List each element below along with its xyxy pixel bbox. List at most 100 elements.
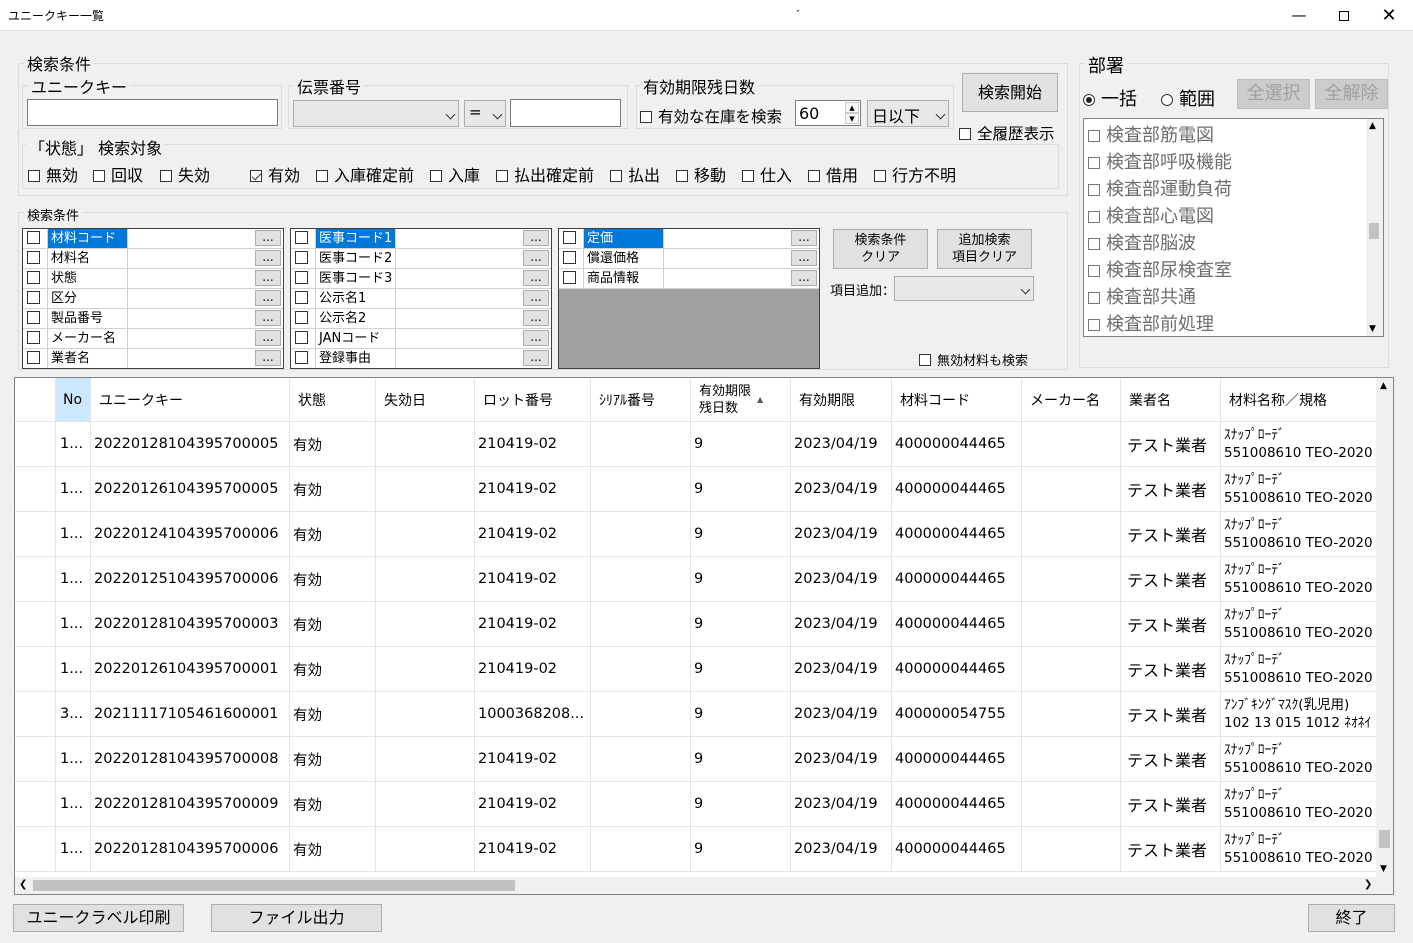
condition-value-input[interactable] xyxy=(395,229,523,248)
checkbox-icon[interactable] xyxy=(563,271,576,284)
condition-value-input[interactable] xyxy=(127,229,255,248)
cell-state[interactable]: 有効 xyxy=(290,557,376,602)
clear-conditions-button[interactable]: 検索条件 クリア xyxy=(833,229,928,269)
column-header[interactable]: ユニークキー xyxy=(91,378,290,422)
checkbox-icon[interactable] xyxy=(295,231,308,244)
dept-item[interactable]: 検査部筋電図 xyxy=(1088,121,1214,147)
cell-key[interactable]: 20220124104395700006 xyxy=(91,512,290,557)
cell-vendor[interactable]: テスト業者 xyxy=(1121,512,1221,557)
ellipsis-button[interactable]: ... xyxy=(791,230,817,246)
stepper-up-icon[interactable]: ▲ xyxy=(845,102,859,113)
cell-expiry[interactable]: 2023/04/19 xyxy=(791,467,892,512)
maximize-button[interactable] xyxy=(1321,0,1367,31)
column-header-days-remaining[interactable]: 有効期限 残日数 ▲ xyxy=(691,378,791,422)
ellipsis-button[interactable]: ... xyxy=(255,270,281,286)
scroll-down-icon[interactable]: ▼ xyxy=(1369,324,1376,334)
cell-vendor[interactable]: テスト業者 xyxy=(1121,827,1221,872)
cell-key[interactable]: 20220126104395700001 xyxy=(91,647,290,692)
cell-state[interactable]: 有効 xyxy=(290,512,376,557)
cell-expiry[interactable]: 2023/04/19 xyxy=(791,422,892,467)
checkbox-icon[interactable] xyxy=(27,231,40,244)
checkbox-icon[interactable] xyxy=(27,311,40,324)
cell-expire_date[interactable] xyxy=(376,467,475,512)
dept-item[interactable]: 検査部心電図 xyxy=(1088,202,1214,228)
checkbox-icon[interactable] xyxy=(295,271,308,284)
deselect-all-button[interactable]: 全解除 xyxy=(1315,79,1388,109)
state-checkbox-6[interactable]: 払出確定前 xyxy=(496,162,594,186)
condition-value-input[interactable] xyxy=(127,249,255,268)
checkbox-icon[interactable] xyxy=(563,231,576,244)
cell-maker[interactable] xyxy=(1022,422,1121,467)
checkbox-icon[interactable] xyxy=(295,311,308,324)
cell-material-name[interactable]: ｽﾅｯﾌﾟﾛｰﾃﾞ 551008610 TEO-2020 xyxy=(1221,512,1378,557)
cell-state[interactable]: 有効 xyxy=(290,467,376,512)
cell-state[interactable]: 有効 xyxy=(290,422,376,467)
cell-material-name[interactable]: ｽﾅｯﾌﾟﾛｰﾃﾞ 551008610 TEO-2020 xyxy=(1221,467,1378,512)
cell-vendor[interactable]: テスト業者 xyxy=(1121,647,1221,692)
condition-row[interactable]: 業者名... xyxy=(23,349,283,368)
column-header[interactable]: 材料コード xyxy=(892,378,1022,422)
close-window-button[interactable]: ✕ xyxy=(1366,0,1412,31)
condition-row[interactable]: メーカー名... xyxy=(23,329,283,349)
condition-row[interactable]: JANコード... xyxy=(291,329,551,349)
cell-serial[interactable] xyxy=(591,422,691,467)
cell-state[interactable]: 有効 xyxy=(290,647,376,692)
cell-code[interactable]: 400000044465 xyxy=(892,782,1022,827)
cell-expire_date[interactable] xyxy=(376,737,475,782)
cell-lot[interactable]: 1000368208... xyxy=(475,692,591,737)
ellipsis-button[interactable]: ... xyxy=(523,350,549,366)
cell-material-name[interactable]: ｽﾅｯﾌﾟﾛｰﾃﾞ 551008610 TEO-2020 xyxy=(1221,647,1378,692)
checkbox-icon[interactable] xyxy=(27,331,40,344)
cell-key[interactable]: 20220128104395700006 xyxy=(91,827,290,872)
condition-row[interactable]: 医事コード3... xyxy=(291,269,551,289)
cell-lot[interactable]: 210419-02 xyxy=(475,647,591,692)
ellipsis-button[interactable]: ... xyxy=(523,310,549,326)
cell-no[interactable]: 3... xyxy=(56,692,91,737)
voucher-number-input[interactable] xyxy=(510,99,621,127)
cell-no[interactable]: 1... xyxy=(56,467,91,512)
condition-value-input[interactable] xyxy=(663,249,791,268)
cell-maker[interactable] xyxy=(1022,827,1121,872)
cell-code[interactable]: 400000044465 xyxy=(892,467,1022,512)
cell-serial[interactable] xyxy=(591,827,691,872)
cell-state[interactable]: 有効 xyxy=(290,602,376,647)
condition-row[interactable]: 登録事由... xyxy=(291,349,551,368)
condition-row[interactable]: 償還価格... xyxy=(559,249,819,269)
condition-value-input[interactable] xyxy=(663,269,791,288)
cell-state[interactable]: 有効 xyxy=(290,692,376,737)
condition-value-input[interactable] xyxy=(395,329,523,348)
unique-key-input[interactable] xyxy=(27,99,278,126)
ellipsis-button[interactable]: ... xyxy=(255,310,281,326)
ellipsis-button[interactable]: ... xyxy=(523,290,549,306)
cell-serial[interactable] xyxy=(591,557,691,602)
all-history-checkbox[interactable]: 全履歴表示 xyxy=(959,122,1055,144)
dept-scrollbar[interactable]: ▲ ▼ xyxy=(1366,119,1383,336)
cell-no[interactable]: 1... xyxy=(56,422,91,467)
state-checkbox-7[interactable]: 払出 xyxy=(610,162,660,186)
cell-serial[interactable] xyxy=(591,647,691,692)
dept-item[interactable]: 検査部尿検査室 xyxy=(1088,256,1232,282)
dept-item[interactable]: 検査部共通 xyxy=(1088,283,1196,309)
cell-days[interactable]: 9 xyxy=(691,782,791,827)
row-header[interactable] xyxy=(15,647,56,692)
condition-row[interactable]: 医事コード1... xyxy=(291,229,551,249)
print-unique-label-button[interactable]: ユニークラベル印刷 xyxy=(13,904,184,932)
cell-key[interactable]: 20220128104395700008 xyxy=(91,737,290,782)
voucher-type-select[interactable] xyxy=(293,100,459,127)
cell-expiry[interactable]: 2023/04/19 xyxy=(791,827,892,872)
cell-serial[interactable] xyxy=(591,692,691,737)
cell-code[interactable]: 400000044465 xyxy=(892,512,1022,557)
cell-vendor[interactable]: テスト業者 xyxy=(1121,467,1221,512)
condition-row[interactable]: 製品番号... xyxy=(23,309,283,329)
cell-no[interactable]: 1... xyxy=(56,557,91,602)
cell-code[interactable]: 400000044465 xyxy=(892,602,1022,647)
scroll-thumb[interactable] xyxy=(33,880,515,891)
dept-item[interactable]: 検査部脳波 xyxy=(1088,229,1196,255)
condition-value-input[interactable] xyxy=(395,269,523,288)
column-header[interactable]: 有効期限 xyxy=(791,378,892,422)
grid-horizontal-scrollbar[interactable]: ❮ ❯ xyxy=(15,877,1393,894)
cell-maker[interactable] xyxy=(1022,647,1121,692)
cell-key[interactable]: 20220128104395700005 xyxy=(91,422,290,467)
cell-material-name[interactable]: ｽﾅｯﾌﾟﾛｰﾃﾞ 551008610 TEO-2020 xyxy=(1221,557,1378,602)
dept-item[interactable]: 検査部呼吸機能 xyxy=(1088,148,1232,174)
